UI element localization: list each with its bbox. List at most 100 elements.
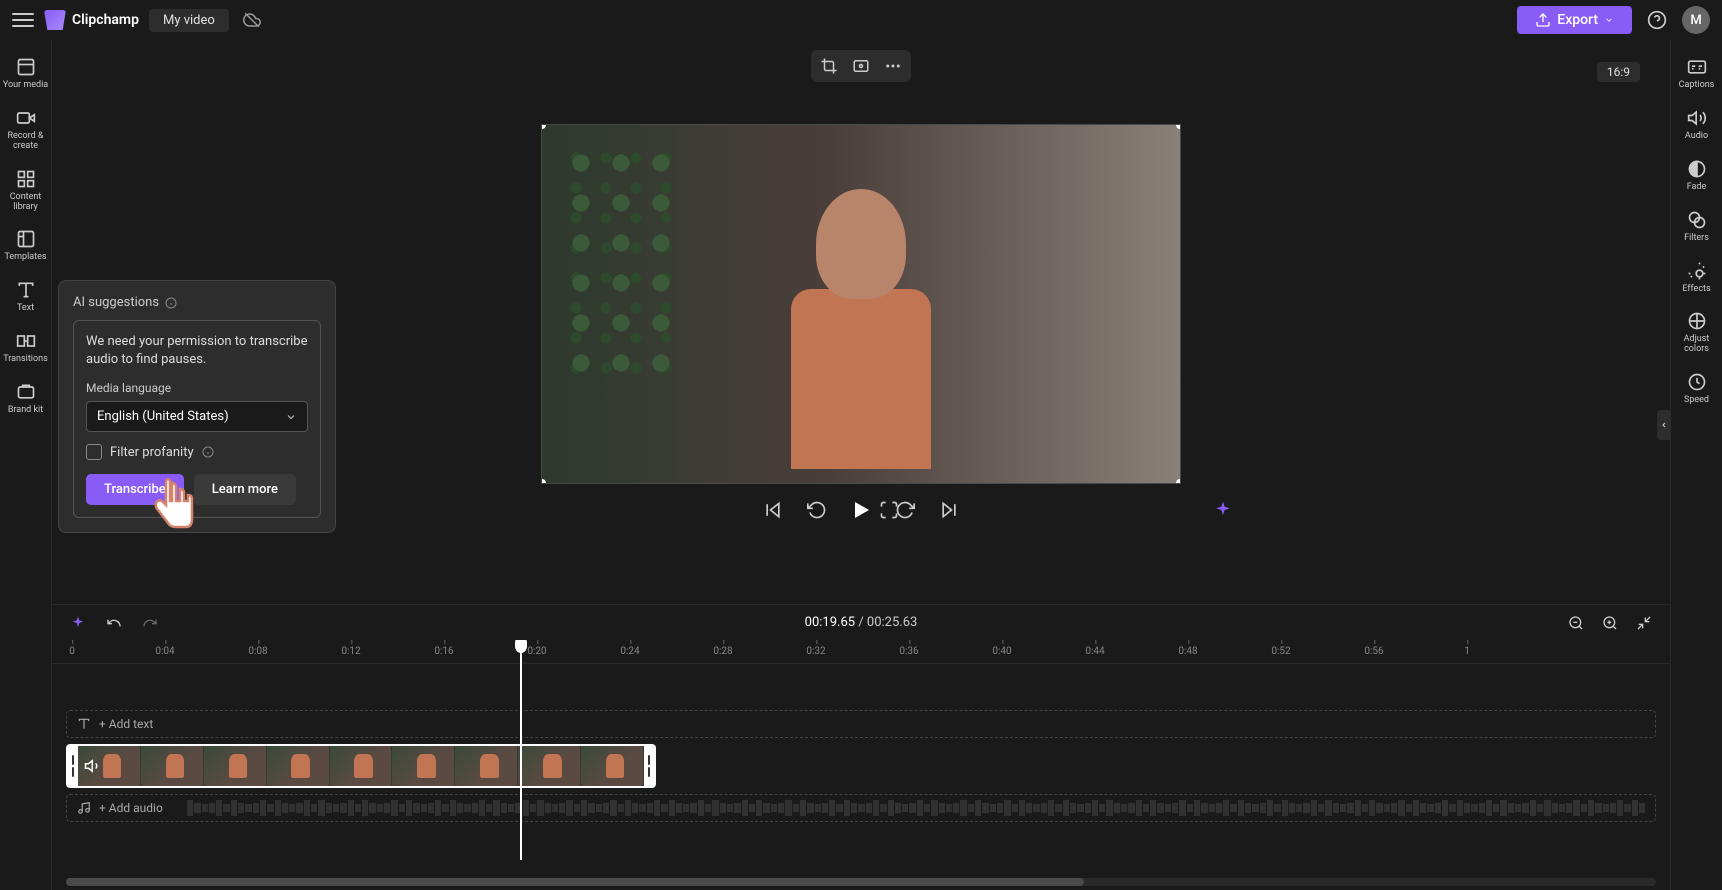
transcribe-button[interactable]: Transcribe <box>86 474 184 505</box>
filter-profanity-checkbox[interactable] <box>86 444 102 460</box>
nav-transitions[interactable]: Transitions <box>0 322 51 373</box>
crop-button[interactable] <box>817 54 841 78</box>
ruler-tick: 0:48 <box>1178 646 1197 657</box>
resize-handle-tr[interactable] <box>1176 124 1181 129</box>
ai-popup-description: We need your permission to transcribe au… <box>86 333 308 369</box>
ruler-tick: 0:16 <box>434 646 453 657</box>
nav-captions[interactable]: Captions <box>1671 48 1722 99</box>
audio-track[interactable]: + Add audio <box>66 794 1656 822</box>
timeline-scrollbar[interactable] <box>66 878 1656 886</box>
language-select[interactable]: English (United States) <box>86 401 308 432</box>
nav-audio[interactable]: Audio <box>1671 99 1722 150</box>
ai-timeline-button[interactable] <box>66 611 90 635</box>
ai-suggestions-panel: AI suggestions We need your permission t… <box>58 280 336 533</box>
captions-icon <box>1686 56 1708 78</box>
zoom-in-button[interactable] <box>1598 611 1622 635</box>
filters-icon <box>1686 209 1708 231</box>
nav-speed[interactable]: Speed <box>1671 363 1722 414</box>
timeline-scrollbar-thumb[interactable] <box>66 878 1084 886</box>
record-icon <box>15 107 37 129</box>
text-icon <box>15 279 37 301</box>
ruler-tick: 0 <box>69 646 75 657</box>
video-frame-content <box>542 125 1180 483</box>
skip-forward-button[interactable] <box>937 498 961 522</box>
text-icon <box>77 717 91 731</box>
fullscreen-button[interactable] <box>877 498 901 522</box>
chevron-down-icon <box>1604 15 1614 25</box>
audio-icon <box>1686 107 1708 129</box>
undo-button[interactable] <box>102 611 126 635</box>
playhead[interactable] <box>520 640 522 860</box>
clip-handle-left[interactable] <box>68 746 78 786</box>
nav-templates[interactable]: Templates <box>0 220 51 271</box>
ai-sparkle-button[interactable] <box>1211 498 1235 522</box>
library-icon <box>15 168 37 190</box>
video-clip[interactable] <box>66 744 656 788</box>
media-icon <box>15 56 37 78</box>
fit-button[interactable] <box>849 54 873 78</box>
fade-icon <box>1686 158 1708 180</box>
info-icon[interactable] <box>165 297 177 309</box>
more-button[interactable] <box>881 54 905 78</box>
zoom-out-button[interactable] <box>1564 611 1588 635</box>
collapse-right-panel[interactable] <box>1657 410 1671 440</box>
ruler-tick: 0:44 <box>1085 646 1104 657</box>
templates-icon <box>15 228 37 250</box>
clipchamp-logo-icon <box>44 10 66 30</box>
app-logo[interactable]: Clipchamp <box>44 10 139 30</box>
nav-effects[interactable]: Effects <box>1671 252 1722 303</box>
timeline-ruler[interactable]: 00:040:080:120:160:200:240:280:320:360:4… <box>52 640 1670 664</box>
ruler-tick: 1 <box>1464 646 1470 657</box>
ruler-tick: 0:12 <box>341 646 360 657</box>
brand-kit-icon <box>15 381 37 403</box>
timeline[interactable]: 00:040:080:120:160:200:240:280:320:360:4… <box>52 640 1670 890</box>
media-language-label: Media language <box>86 381 308 395</box>
nav-content-library[interactable]: Content library <box>0 160 51 221</box>
time-display: 00:19.65 / 00:25.63 <box>805 615 918 630</box>
nav-brand-kit[interactable]: Brand kit <box>0 373 51 424</box>
text-track[interactable]: + Add text <box>66 710 1656 738</box>
ruler-tick: 0:28 <box>713 646 732 657</box>
clip-mute-icon[interactable] <box>84 757 102 775</box>
user-avatar[interactable]: M <box>1682 6 1710 34</box>
resize-handle-br[interactable] <box>1176 479 1181 484</box>
resize-handle-bl[interactable] <box>541 479 546 484</box>
info-icon[interactable] <box>202 446 214 458</box>
aspect-ratio-badge[interactable]: 16:9 <box>1597 62 1640 82</box>
nav-fade[interactable]: Fade <box>1671 150 1722 201</box>
left-sidebar: Your media Record & create Content libra… <box>0 40 52 890</box>
ruler-tick: 0:24 <box>620 646 639 657</box>
chevron-down-icon <box>285 411 297 423</box>
video-preview[interactable] <box>541 124 1181 484</box>
play-button[interactable] <box>849 498 873 522</box>
skip-back-button[interactable] <box>761 498 785 522</box>
nav-text[interactable]: Text <box>0 271 51 322</box>
cloud-sync-icon[interactable] <box>243 11 261 29</box>
nav-adjust-colors[interactable]: Adjust colors <box>1671 302 1722 363</box>
nav-your-media[interactable]: Your media <box>0 48 51 99</box>
clip-handle-right[interactable] <box>644 746 654 786</box>
waveform <box>187 795 1645 821</box>
nav-record-create[interactable]: Record & create <box>0 99 51 160</box>
ruler-tick: 0:32 <box>806 646 825 657</box>
hamburger-menu[interactable] <box>12 9 34 31</box>
ruler-tick: 0:56 <box>1364 646 1383 657</box>
effects-icon <box>1686 260 1708 282</box>
learn-more-button[interactable]: Learn more <box>194 474 296 505</box>
help-button[interactable] <box>1642 5 1672 35</box>
export-label: Export <box>1557 12 1598 28</box>
app-name: Clipchamp <box>72 12 139 28</box>
project-title[interactable]: My video <box>149 9 229 32</box>
ruler-tick: 0:40 <box>992 646 1011 657</box>
ruler-tick: 0:36 <box>899 646 918 657</box>
video-track[interactable] <box>66 744 1656 788</box>
zoom-fit-button[interactable] <box>1632 611 1656 635</box>
ruler-tick: 0:52 <box>1271 646 1290 657</box>
right-sidebar: Captions Audio Fade Filters Effects Adju… <box>1670 40 1722 890</box>
rewind-button[interactable] <box>805 498 829 522</box>
preview-toolbar <box>811 50 911 82</box>
redo-button[interactable] <box>138 611 162 635</box>
speed-icon <box>1686 371 1708 393</box>
export-button[interactable]: Export <box>1517 6 1632 34</box>
nav-filters[interactable]: Filters <box>1671 201 1722 252</box>
